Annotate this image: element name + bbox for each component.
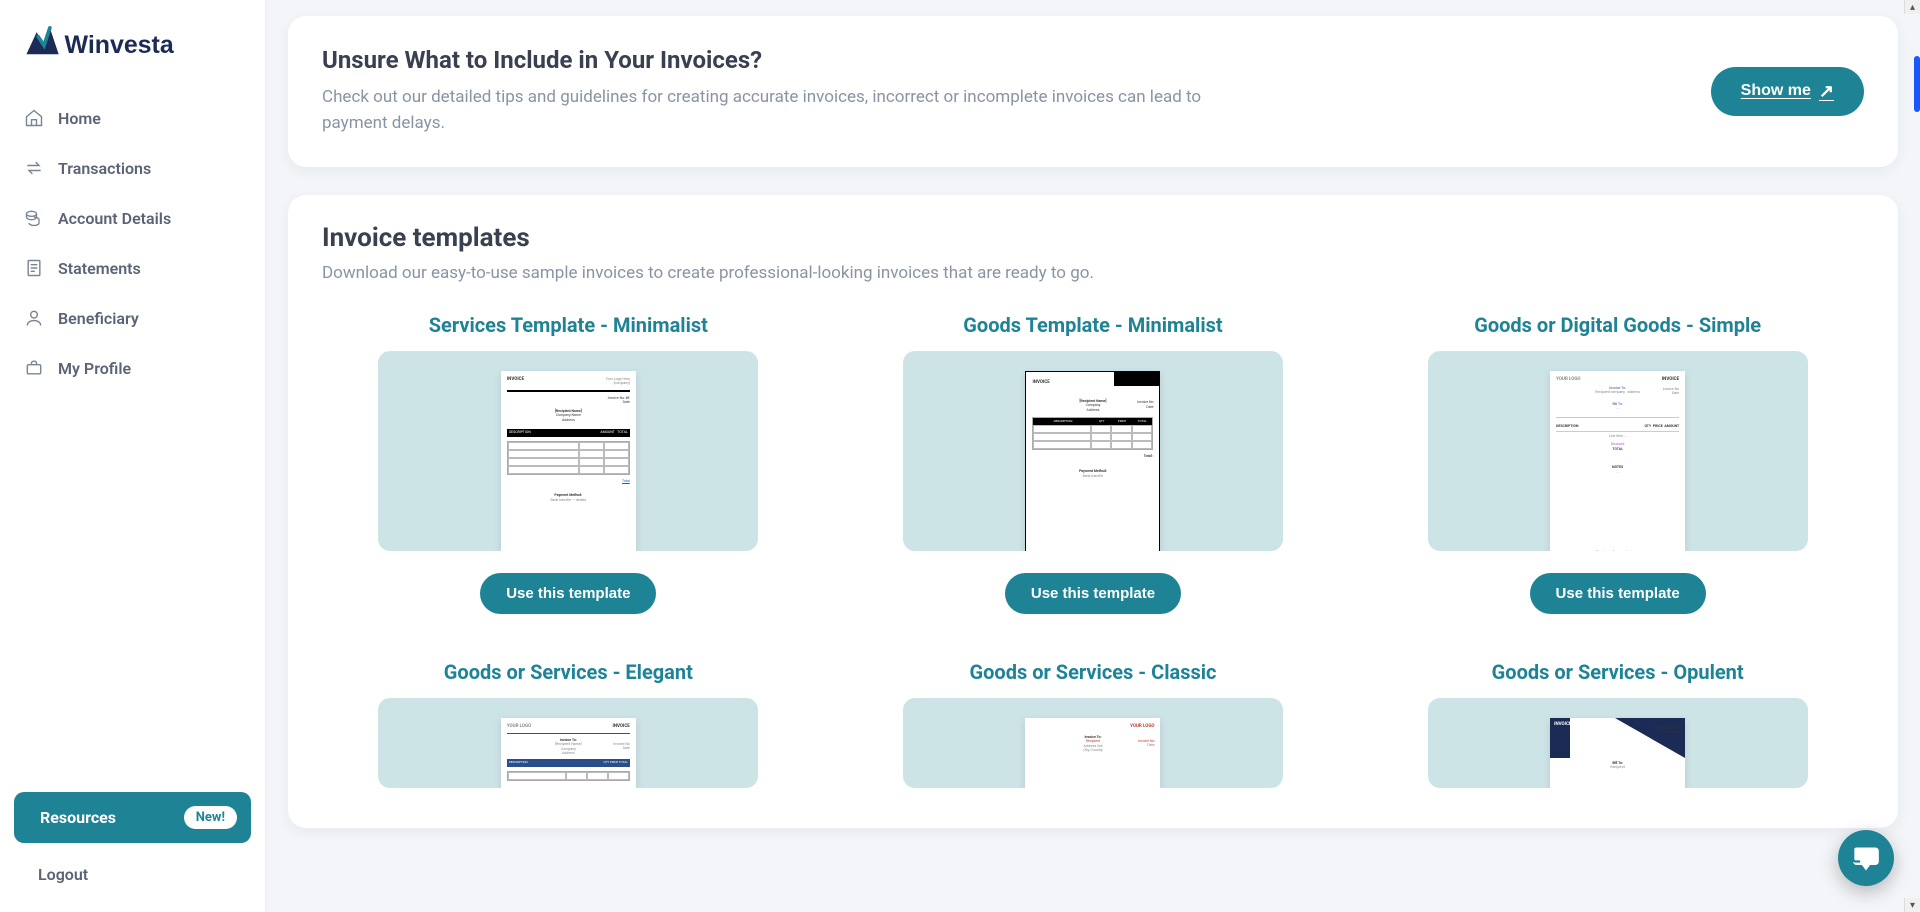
briefcase-icon xyxy=(24,358,44,378)
new-badge: New! xyxy=(184,806,237,829)
banner-subtitle: Check out our detailed tips and guidelin… xyxy=(322,84,1262,137)
coins-icon xyxy=(24,208,44,228)
sidebar-item-label: Transactions xyxy=(58,159,151,178)
sidebar-item-beneficiary[interactable]: Beneficiary xyxy=(14,296,251,340)
tips-banner: Unsure What to Include in Your Invoices?… xyxy=(288,16,1898,167)
templates-title: Invoice templates xyxy=(322,223,1864,253)
template-card: Goods or Services - Opulent INVOICE Invo… xyxy=(1428,660,1808,788)
swap-icon xyxy=(24,158,44,178)
template-preview[interactable]: YOUR LOGO Invoice To: Recipient Address … xyxy=(903,698,1283,788)
sidebar-resources-button[interactable]: Resources New! xyxy=(14,792,251,843)
sidebar-item-label: Beneficiary xyxy=(58,309,139,328)
sidebar-item-my-profile[interactable]: My Profile xyxy=(14,346,251,390)
template-title: Goods or Services - Classic xyxy=(903,660,1283,684)
resources-label: Resources xyxy=(40,808,116,827)
sidebar-item-label: Statements xyxy=(58,259,141,278)
main-content: Unsure What to Include in Your Invoices?… xyxy=(266,0,1920,912)
sidebar-item-label: Account Details xyxy=(58,209,171,228)
use-template-button[interactable]: Use this template xyxy=(1005,573,1181,614)
sidebar-item-home[interactable]: Home xyxy=(14,96,251,140)
home-icon xyxy=(24,108,44,128)
sidebar-logout[interactable]: Logout xyxy=(14,857,251,892)
template-preview[interactable]: INVOICE Invoice NumberInvoice Date Bill … xyxy=(1428,698,1808,788)
template-title: Goods or Digital Goods - Simple xyxy=(1428,313,1808,337)
invoice-thumbnail: INVOICE Invoice NumberInvoice Date Bill … xyxy=(1550,718,1685,788)
show-me-label: Show me xyxy=(1741,82,1811,100)
scroll-indicator xyxy=(1914,56,1920,112)
template-preview[interactable]: INVOICEYour Logo Here[company] Invoice N… xyxy=(378,351,758,551)
template-preview[interactable]: YOUR LOGOINVOICE Invoice To:[Recipient N… xyxy=(378,698,758,788)
template-title: Goods Template - Minimalist xyxy=(903,313,1283,337)
template-preview[interactable]: INVOICE[Company] [Recipient Name]Company… xyxy=(903,351,1283,551)
logout-label: Logout xyxy=(38,865,88,884)
sidebar-item-statements[interactable]: Statements xyxy=(14,246,251,290)
sidebar-nav: Home Transactions Account Details Statem… xyxy=(14,96,251,792)
svg-text:Winvesta: Winvesta xyxy=(65,31,175,59)
template-card: Goods Template - Minimalist INVOICE[Comp… xyxy=(903,313,1283,614)
sidebar-item-account-details[interactable]: Account Details xyxy=(14,196,251,240)
template-card: Goods or Digital Goods - Simple YOUR LOG… xyxy=(1428,313,1808,614)
template-title: Goods or Services - Opulent xyxy=(1428,660,1808,684)
show-me-button[interactable]: Show me ↗ xyxy=(1711,67,1864,116)
invoice-thumbnail: YOUR LOGOINVOICE Invoice To: Recipient c… xyxy=(1550,371,1685,551)
template-preview[interactable]: YOUR LOGOINVOICE Invoice To: Recipient c… xyxy=(1428,351,1808,551)
chat-widget-button[interactable] xyxy=(1838,830,1894,886)
sidebar: Winvesta Home Transactions xyxy=(0,0,266,912)
use-template-button[interactable]: Use this template xyxy=(1530,573,1706,614)
banner-title: Unsure What to Include in Your Invoices? xyxy=(322,46,1262,74)
chat-icon xyxy=(1852,844,1880,872)
templates-grid: Services Template - Minimalist INVOICEYo… xyxy=(322,313,1864,788)
invoice-thumbnail: YOUR LOGO Invoice To: Recipient Address … xyxy=(1025,718,1160,788)
use-template-button[interactable]: Use this template xyxy=(480,573,656,614)
template-title: Goods or Services - Elegant xyxy=(378,660,758,684)
invoice-thumbnail: INVOICEYour Logo Here[company] Invoice N… xyxy=(501,371,636,551)
user-icon xyxy=(24,308,44,328)
document-icon xyxy=(24,258,44,278)
sidebar-item-label: My Profile xyxy=(58,359,131,378)
template-card: Services Template - Minimalist INVOICEYo… xyxy=(378,313,758,614)
arrow-up-right-icon: ↗ xyxy=(1819,81,1834,102)
scroll-up-arrow-icon[interactable]: ▴ xyxy=(1904,0,1920,14)
templates-section: Invoice templates Download our easy-to-u… xyxy=(288,195,1898,828)
template-title: Services Template - Minimalist xyxy=(378,313,758,337)
logo[interactable]: Winvesta xyxy=(14,16,251,92)
invoice-thumbnail: INVOICE[Company] [Recipient Name]Company… xyxy=(1025,371,1160,551)
template-card: Goods or Services - Classic YOUR LOGO In… xyxy=(903,660,1283,788)
invoice-thumbnail: YOUR LOGOINVOICE Invoice To:[Recipient N… xyxy=(501,718,636,788)
sidebar-item-label: Home xyxy=(58,109,101,128)
sidebar-item-transactions[interactable]: Transactions xyxy=(14,146,251,190)
winvesta-logo-icon: Winvesta xyxy=(22,22,213,66)
scroll-down-arrow-icon[interactable]: ▾ xyxy=(1904,898,1920,912)
template-card: Goods or Services - Elegant YOUR LOGOINV… xyxy=(378,660,758,788)
templates-subtitle: Download our easy-to-use sample invoices… xyxy=(322,263,1864,283)
